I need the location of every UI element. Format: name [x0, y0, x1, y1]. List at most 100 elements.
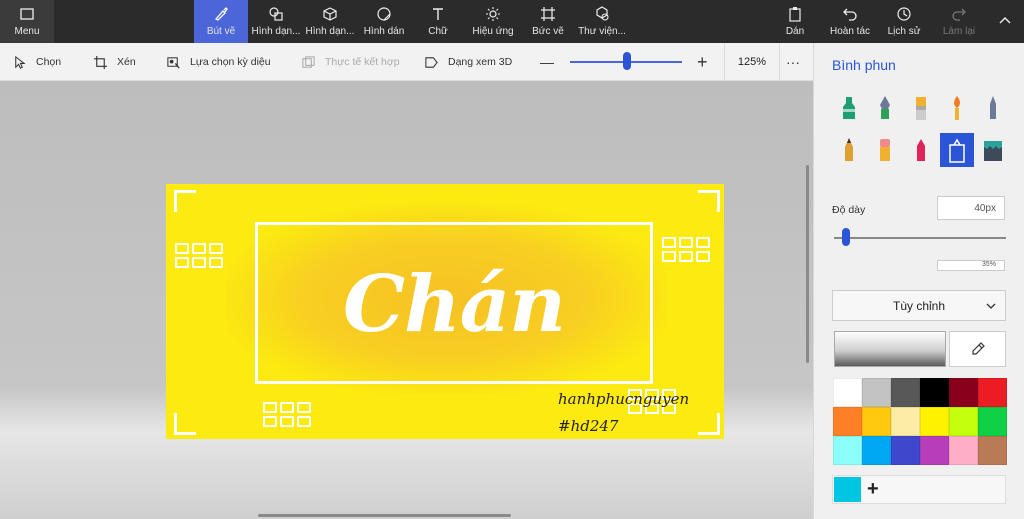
color-mode-dropdown[interactable]: Tùy chỉnh: [832, 290, 1006, 321]
eyedropper-icon: [971, 342, 985, 355]
crayon-icon: [917, 139, 925, 161]
zoom-in-button[interactable]: +: [697, 43, 708, 81]
zoom-slider-thumb[interactable]: [623, 52, 631, 70]
horizontal-scrollbar[interactable]: [258, 514, 511, 517]
canvas-image[interactable]: Chán hanhphucnguyen #hd247: [166, 184, 724, 439]
color-swatch[interactable]: [833, 378, 862, 407]
brush-icon: [213, 6, 229, 22]
decor-grid: [662, 237, 710, 262]
pixel-pen-icon: [990, 96, 996, 119]
corner-bracket: [698, 190, 720, 212]
color-swatch[interactable]: [862, 378, 891, 407]
add-color-button[interactable]: +: [867, 478, 879, 500]
tool-brushes[interactable]: Bút vẽ: [194, 0, 248, 43]
color-swatch[interactable]: [862, 407, 891, 436]
cube-icon: [322, 6, 338, 22]
spray-can-icon: [949, 138, 965, 163]
paste-label: Dán: [785, 26, 805, 37]
thickness-slider-track[interactable]: [834, 237, 1006, 239]
corner-bracket: [174, 190, 196, 212]
zoom-out-button[interactable]: —: [540, 43, 554, 81]
brush-oil[interactable]: [904, 91, 938, 125]
brush-fill[interactable]: [976, 133, 1010, 167]
view-3d-button[interactable]: Dạng xem 3D: [424, 43, 512, 81]
color-swatch[interactable]: [949, 378, 978, 407]
sticker-icon: [376, 6, 392, 22]
color-swatch[interactable]: [891, 436, 920, 465]
canvas-icon: [540, 6, 556, 22]
color-swatch[interactable]: [891, 407, 920, 436]
color-swatch[interactable]: [978, 436, 1007, 465]
opacity-input[interactable]: 35%: [937, 260, 1005, 271]
panel-title: Bình phun: [832, 57, 896, 73]
color-swatch[interactable]: [949, 407, 978, 436]
brush-spray-can[interactable]: [940, 133, 974, 167]
tool-2d-shapes[interactable]: Hình dạn...: [250, 0, 302, 43]
brush-pixel-pen[interactable]: [976, 91, 1010, 125]
tool-stickers[interactable]: Hình dán: [358, 0, 410, 43]
paste-button[interactable]: Dán: [776, 0, 814, 43]
undo-button[interactable]: Hoàn tác: [826, 0, 874, 43]
color-swatch[interactable]: [978, 378, 1007, 407]
tool-label: Bức vẽ: [532, 26, 564, 37]
color-swatch[interactable]: [891, 378, 920, 407]
crop-icon: [93, 55, 108, 69]
cursor-icon: [15, 55, 26, 69]
custom-color-row: +: [832, 475, 1006, 504]
dropdown-label: Tùy chỉnh: [892, 298, 946, 313]
color-swatch[interactable]: [949, 436, 978, 465]
marker-icon: [843, 97, 855, 119]
more-options-button[interactable]: ···: [786, 43, 800, 81]
color-swatch[interactable]: [920, 407, 949, 436]
mixed-reality-button[interactable]: Thực tế kết hợp: [301, 43, 400, 81]
thickness-slider-thumb[interactable]: [842, 228, 850, 246]
brush-grid: [832, 91, 1012, 167]
redo-label: Làm lại: [942, 26, 976, 37]
brush-pencil[interactable]: [832, 133, 866, 167]
text-icon: [430, 6, 446, 22]
brush-panel: Bình phun Độ dày 40px 35% Tùy chỉnh +: [813, 43, 1024, 519]
history-button[interactable]: Lịch sử: [880, 0, 928, 43]
magic-select-button[interactable]: Lựa chọn kỳ diệu: [166, 43, 271, 81]
brush-eraser[interactable]: [868, 133, 902, 167]
eraser-icon: [880, 139, 890, 161]
tool-label: Hình dạn...: [305, 26, 355, 37]
color-swatch[interactable]: [862, 436, 891, 465]
pencil-icon: [845, 138, 853, 161]
brush-marker[interactable]: [832, 91, 866, 125]
watercolor-brush-icon: [954, 96, 960, 120]
tool-text[interactable]: Chữ: [412, 0, 464, 43]
decor-grid: [263, 402, 311, 427]
brush-watercolor[interactable]: [940, 91, 974, 125]
color-swatch[interactable]: [978, 407, 1007, 436]
menu-button[interactable]: Menu: [0, 0, 54, 43]
color-swatch[interactable]: [920, 436, 949, 465]
color-swatch[interactable]: [920, 378, 949, 407]
crop-label: Xén: [117, 56, 136, 68]
tool-canvas[interactable]: Bức vẽ: [522, 0, 574, 43]
tool-3d-library[interactable]: Thư viện...: [576, 0, 628, 43]
library-icon: [594, 6, 610, 22]
tool-label: Hình dán: [363, 26, 405, 37]
brush-crayon[interactable]: [904, 133, 938, 167]
thickness-input[interactable]: 40px: [937, 196, 1005, 220]
tool-label: Chữ: [428, 26, 448, 37]
zoom-value[interactable]: 125%: [724, 43, 780, 81]
color-swatch[interactable]: [833, 436, 862, 465]
color-swatch[interactable]: [833, 407, 862, 436]
tool-effects[interactable]: Hiệu ứng: [466, 0, 520, 43]
fill-bucket-icon: [984, 141, 1002, 161]
collapse-button[interactable]: [990, 0, 1020, 43]
calligraphy-pen-icon: [880, 96, 890, 119]
select-button[interactable]: Chọn: [12, 43, 61, 81]
tool-3d-shapes[interactable]: Hình dạn...: [304, 0, 356, 43]
mixed-reality-label: Thực tế kết hợp: [325, 56, 400, 68]
custom-color-swatch[interactable]: [834, 477, 861, 502]
vertical-scrollbar[interactable]: [806, 165, 809, 363]
redo-button[interactable]: Làm lại: [936, 0, 982, 43]
brush-calligraphy-pen[interactable]: [868, 91, 902, 125]
decor-grid: [175, 243, 223, 268]
eyedropper-button[interactable]: [949, 331, 1006, 367]
crop-button[interactable]: Xén: [93, 43, 136, 81]
current-color-preview: [834, 331, 946, 367]
